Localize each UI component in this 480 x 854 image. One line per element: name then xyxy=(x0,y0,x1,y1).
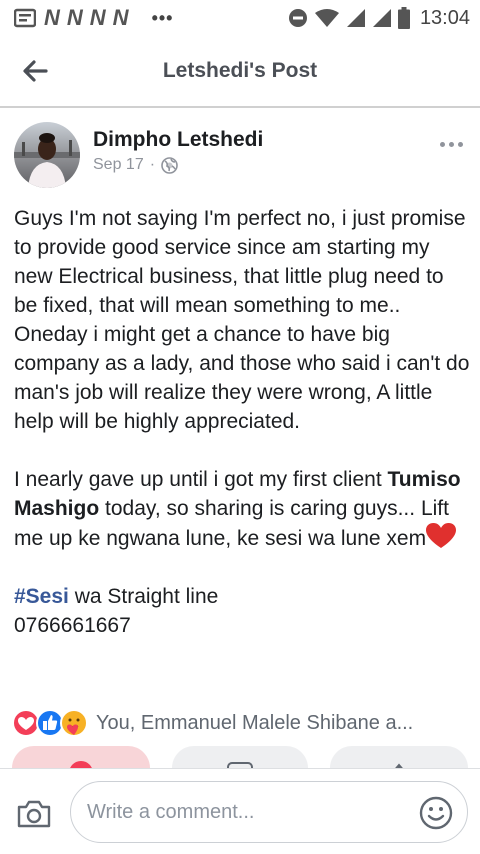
status-bar: N N N N ••• 13:04 xyxy=(0,0,480,36)
globe-icon xyxy=(161,156,178,174)
smiley-icon xyxy=(419,796,453,830)
more-dot-icon xyxy=(448,141,454,147)
notification-n-icon: N xyxy=(89,5,106,30)
app-header: Letshedi's Post xyxy=(0,36,480,108)
post-text: wa Straight line xyxy=(68,585,219,608)
avatar[interactable] xyxy=(14,122,80,188)
reaction-icons xyxy=(12,709,88,737)
post-header: Dimpho Letshedi Sep 17 · xyxy=(14,122,470,192)
care-reaction-icon xyxy=(60,709,88,737)
post-paragraph: #Sesi wa Straight line xyxy=(14,582,470,611)
hashtag-link[interactable]: #Sesi xyxy=(14,585,69,608)
reactions-summary[interactable]: You, Emmanuel Malele Shibane a... xyxy=(12,708,472,738)
notification-n-icon: N xyxy=(112,5,129,30)
screenshot-notification-icon xyxy=(14,8,36,28)
meta-separator: · xyxy=(149,156,156,173)
post-action-row xyxy=(0,746,480,768)
more-notifications-icon: ••• xyxy=(151,7,174,28)
battery-icon xyxy=(397,7,410,29)
comments-button[interactable] xyxy=(172,746,308,768)
reaction-button[interactable] xyxy=(12,746,150,768)
share-icon xyxy=(395,763,403,768)
post-paragraph: I nearly gave up until i got my first cl… xyxy=(14,465,470,553)
post-date[interactable]: Sep 17 xyxy=(93,156,144,174)
signal-icon xyxy=(346,9,365,27)
more-dot-icon xyxy=(457,141,463,147)
post-meta: Sep 17 · xyxy=(93,156,178,174)
back-button[interactable] xyxy=(0,35,70,107)
comment-input[interactable] xyxy=(87,782,397,842)
reactions-text: You, Emmanuel Malele Shibane a... xyxy=(96,711,414,734)
clock: 13:04 xyxy=(419,6,470,29)
heart-icon xyxy=(426,523,457,548)
heart-emoji xyxy=(426,523,457,550)
signal-icon xyxy=(372,9,391,27)
camera-button[interactable] xyxy=(16,799,52,829)
wifi-icon xyxy=(314,9,339,27)
do-not-disturb-icon xyxy=(288,9,307,27)
notification-n-icon: N xyxy=(66,5,83,30)
post-text: I nearly gave up until i got my first cl… xyxy=(14,468,388,491)
camera-icon xyxy=(17,800,51,828)
comment-box xyxy=(70,781,468,843)
love-reaction-icon xyxy=(70,761,92,768)
emoji-button[interactable] xyxy=(419,796,453,830)
more-dot-icon xyxy=(439,141,445,147)
post-body: Guys I'm not saying I'm perfect no, i ju… xyxy=(14,204,470,640)
share-button[interactable] xyxy=(330,746,468,768)
post-paragraph: Guys I'm not saying I'm perfect no, i ju… xyxy=(14,207,470,433)
comment-icon xyxy=(227,762,253,768)
post-author-name[interactable]: Dimpho Letshedi xyxy=(93,128,263,152)
notification-n-icon: N xyxy=(44,5,60,30)
post-options-button[interactable] xyxy=(436,134,466,154)
phone-number[interactable]: 0766661667 xyxy=(14,611,470,640)
back-arrow-icon xyxy=(23,60,48,82)
page-title: Letshedi's Post xyxy=(162,59,318,82)
comment-bar xyxy=(0,768,480,854)
